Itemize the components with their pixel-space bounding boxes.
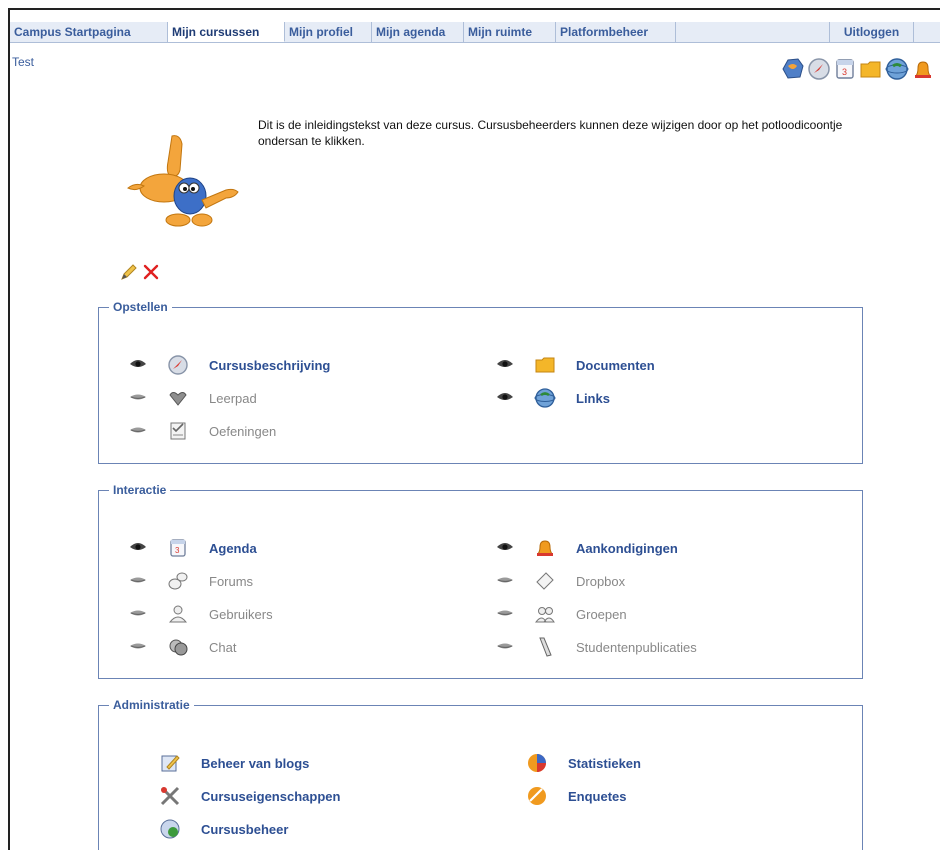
tool-aankondigingen: Aankondigingen [496,537,678,559]
users-icon [167,603,191,625]
compass-icon [167,354,191,376]
forums-icon [167,570,191,592]
browser-frame: Campus Startpagina Mijn cursussen Mijn p… [8,8,940,850]
visibility-toggle[interactable] [496,607,522,621]
bell-icon [534,537,558,559]
course-intro-text: Dit is de inleidingstekst van deze cursu… [258,118,843,148]
tool-leerpad: Leerpad [129,387,257,409]
tool-dropbox: Dropbox [496,570,625,592]
section-title-interactie: Interactie [113,483,167,497]
tool-links: Links [496,387,610,409]
tool-link[interactable]: Agenda [209,541,257,556]
tool-link[interactable]: Cursusbeheer [201,822,288,837]
tool-statistieken: Statistieken [526,752,641,774]
folder-icon [534,354,558,376]
tool-link[interactable]: Beheer van blogs [201,756,309,771]
tab-mijn-agenda[interactable]: Mijn agenda [372,22,464,42]
section-opstellen: Opstellen Cursusbeschrijving Leerpad Oef… [98,300,863,464]
main-tabbar: Campus Startpagina Mijn cursussen Mijn p… [10,22,940,43]
calendar-icon: 3 [167,537,191,559]
delete-icon[interactable] [142,263,160,281]
chat-icon [167,636,191,658]
pencil-icon[interactable] [120,263,138,281]
visibility-toggle[interactable] [496,574,522,588]
tool-cursusbeheer: Cursusbeheer [159,818,288,840]
tool-beheer-van-blogs: Beheer van blogs [159,752,309,774]
groups-icon [534,603,558,625]
visibility-toggle[interactable] [129,541,155,555]
tool-link[interactable]: Leerpad [209,391,257,406]
blog-icon [159,752,183,774]
mascot-illustration [122,132,254,234]
tool-link[interactable]: Groepen [576,607,627,622]
section-interactie: Interactie 3 Agenda Forums Gebruikers Ch… [98,483,863,679]
tool-enquetes: Enquetes [526,785,627,807]
tool-link[interactable]: Aankondigingen [576,541,678,556]
tool-link[interactable]: Dropbox [576,574,625,589]
course-admin-icon [159,818,183,840]
tool-agenda: 3 Agenda [129,537,257,559]
tool-cursuseigenschappen: Cursuseigenschappen [159,785,340,807]
tab-mijn-cursussen[interactable]: Mijn cursussen [168,22,285,42]
section-title-administratie: Administratie [113,698,190,712]
intro-edit-tools [120,263,160,281]
visibility-toggle[interactable] [129,607,155,621]
tool-groepen: Groepen [496,603,627,625]
visibility-toggle[interactable] [129,424,155,438]
tab-spacer [676,22,830,42]
exercises-icon [167,420,191,442]
svg-text:3: 3 [175,546,180,555]
tab-mijn-profiel[interactable]: Mijn profiel [285,22,372,42]
tool-link[interactable]: Statistieken [568,756,641,771]
tool-chat: Chat [129,636,236,658]
survey-icon [526,785,550,807]
section-administratie: Administratie Beheer van blogs Cursuseig… [98,698,863,850]
tool-link[interactable]: Cursuseigenschappen [201,789,340,804]
visibility-toggle[interactable] [129,640,155,654]
bell-icon[interactable] [910,56,936,82]
tool-cursusbeschrijving: Cursusbeschrijving [129,354,330,376]
visibility-toggle[interactable] [496,391,522,405]
course-title[interactable]: Test [12,55,34,69]
tool-link[interactable]: Enquetes [568,789,627,804]
settings-icon [159,785,183,807]
visibility-toggle[interactable] [496,358,522,372]
links-icon [534,387,558,409]
statistics-icon [526,752,550,774]
section-title-opstellen: Opstellen [113,300,168,314]
tool-link[interactable]: Cursusbeschrijving [209,358,330,373]
tool-gebruikers: Gebruikers [129,603,273,625]
course-toolbar: 3 [780,56,936,82]
tab-platformbeheer[interactable]: Platformbeheer [556,22,676,42]
dropbox-icon [534,570,558,592]
compass-icon[interactable] [806,56,832,82]
publications-icon [534,636,558,658]
tool-forums: Forums [129,570,253,592]
tool-studentenpublicaties: Studentenpublicaties [496,636,697,658]
tool-link[interactable]: Documenten [576,358,655,373]
tool-link[interactable]: Gebruikers [209,607,273,622]
visibility-toggle[interactable] [496,541,522,555]
tool-link[interactable]: Forums [209,574,253,589]
tool-link[interactable]: Oefeningen [209,424,276,439]
visibility-toggle[interactable] [129,574,155,588]
calendar-icon[interactable]: 3 [832,56,858,82]
path-icon [167,387,191,409]
links-icon[interactable] [884,56,910,82]
tab-mijn-ruimte[interactable]: Mijn ruimte [464,22,556,42]
tool-oefeningen: Oefeningen [129,420,276,442]
logout-button[interactable]: Uitloggen [830,22,914,42]
tool-link[interactable]: Links [576,391,610,406]
tool-link[interactable]: Chat [209,640,236,655]
svg-text:3: 3 [842,67,847,77]
visibility-toggle[interactable] [496,640,522,654]
folder-icon[interactable] [858,56,884,82]
globe-icon[interactable] [780,56,806,82]
tool-link[interactable]: Studentenpublicaties [576,640,697,655]
tool-documenten: Documenten [496,354,655,376]
tab-campus-startpagina[interactable]: Campus Startpagina [10,22,168,42]
visibility-toggle[interactable] [129,391,155,405]
visibility-toggle[interactable] [129,358,155,372]
